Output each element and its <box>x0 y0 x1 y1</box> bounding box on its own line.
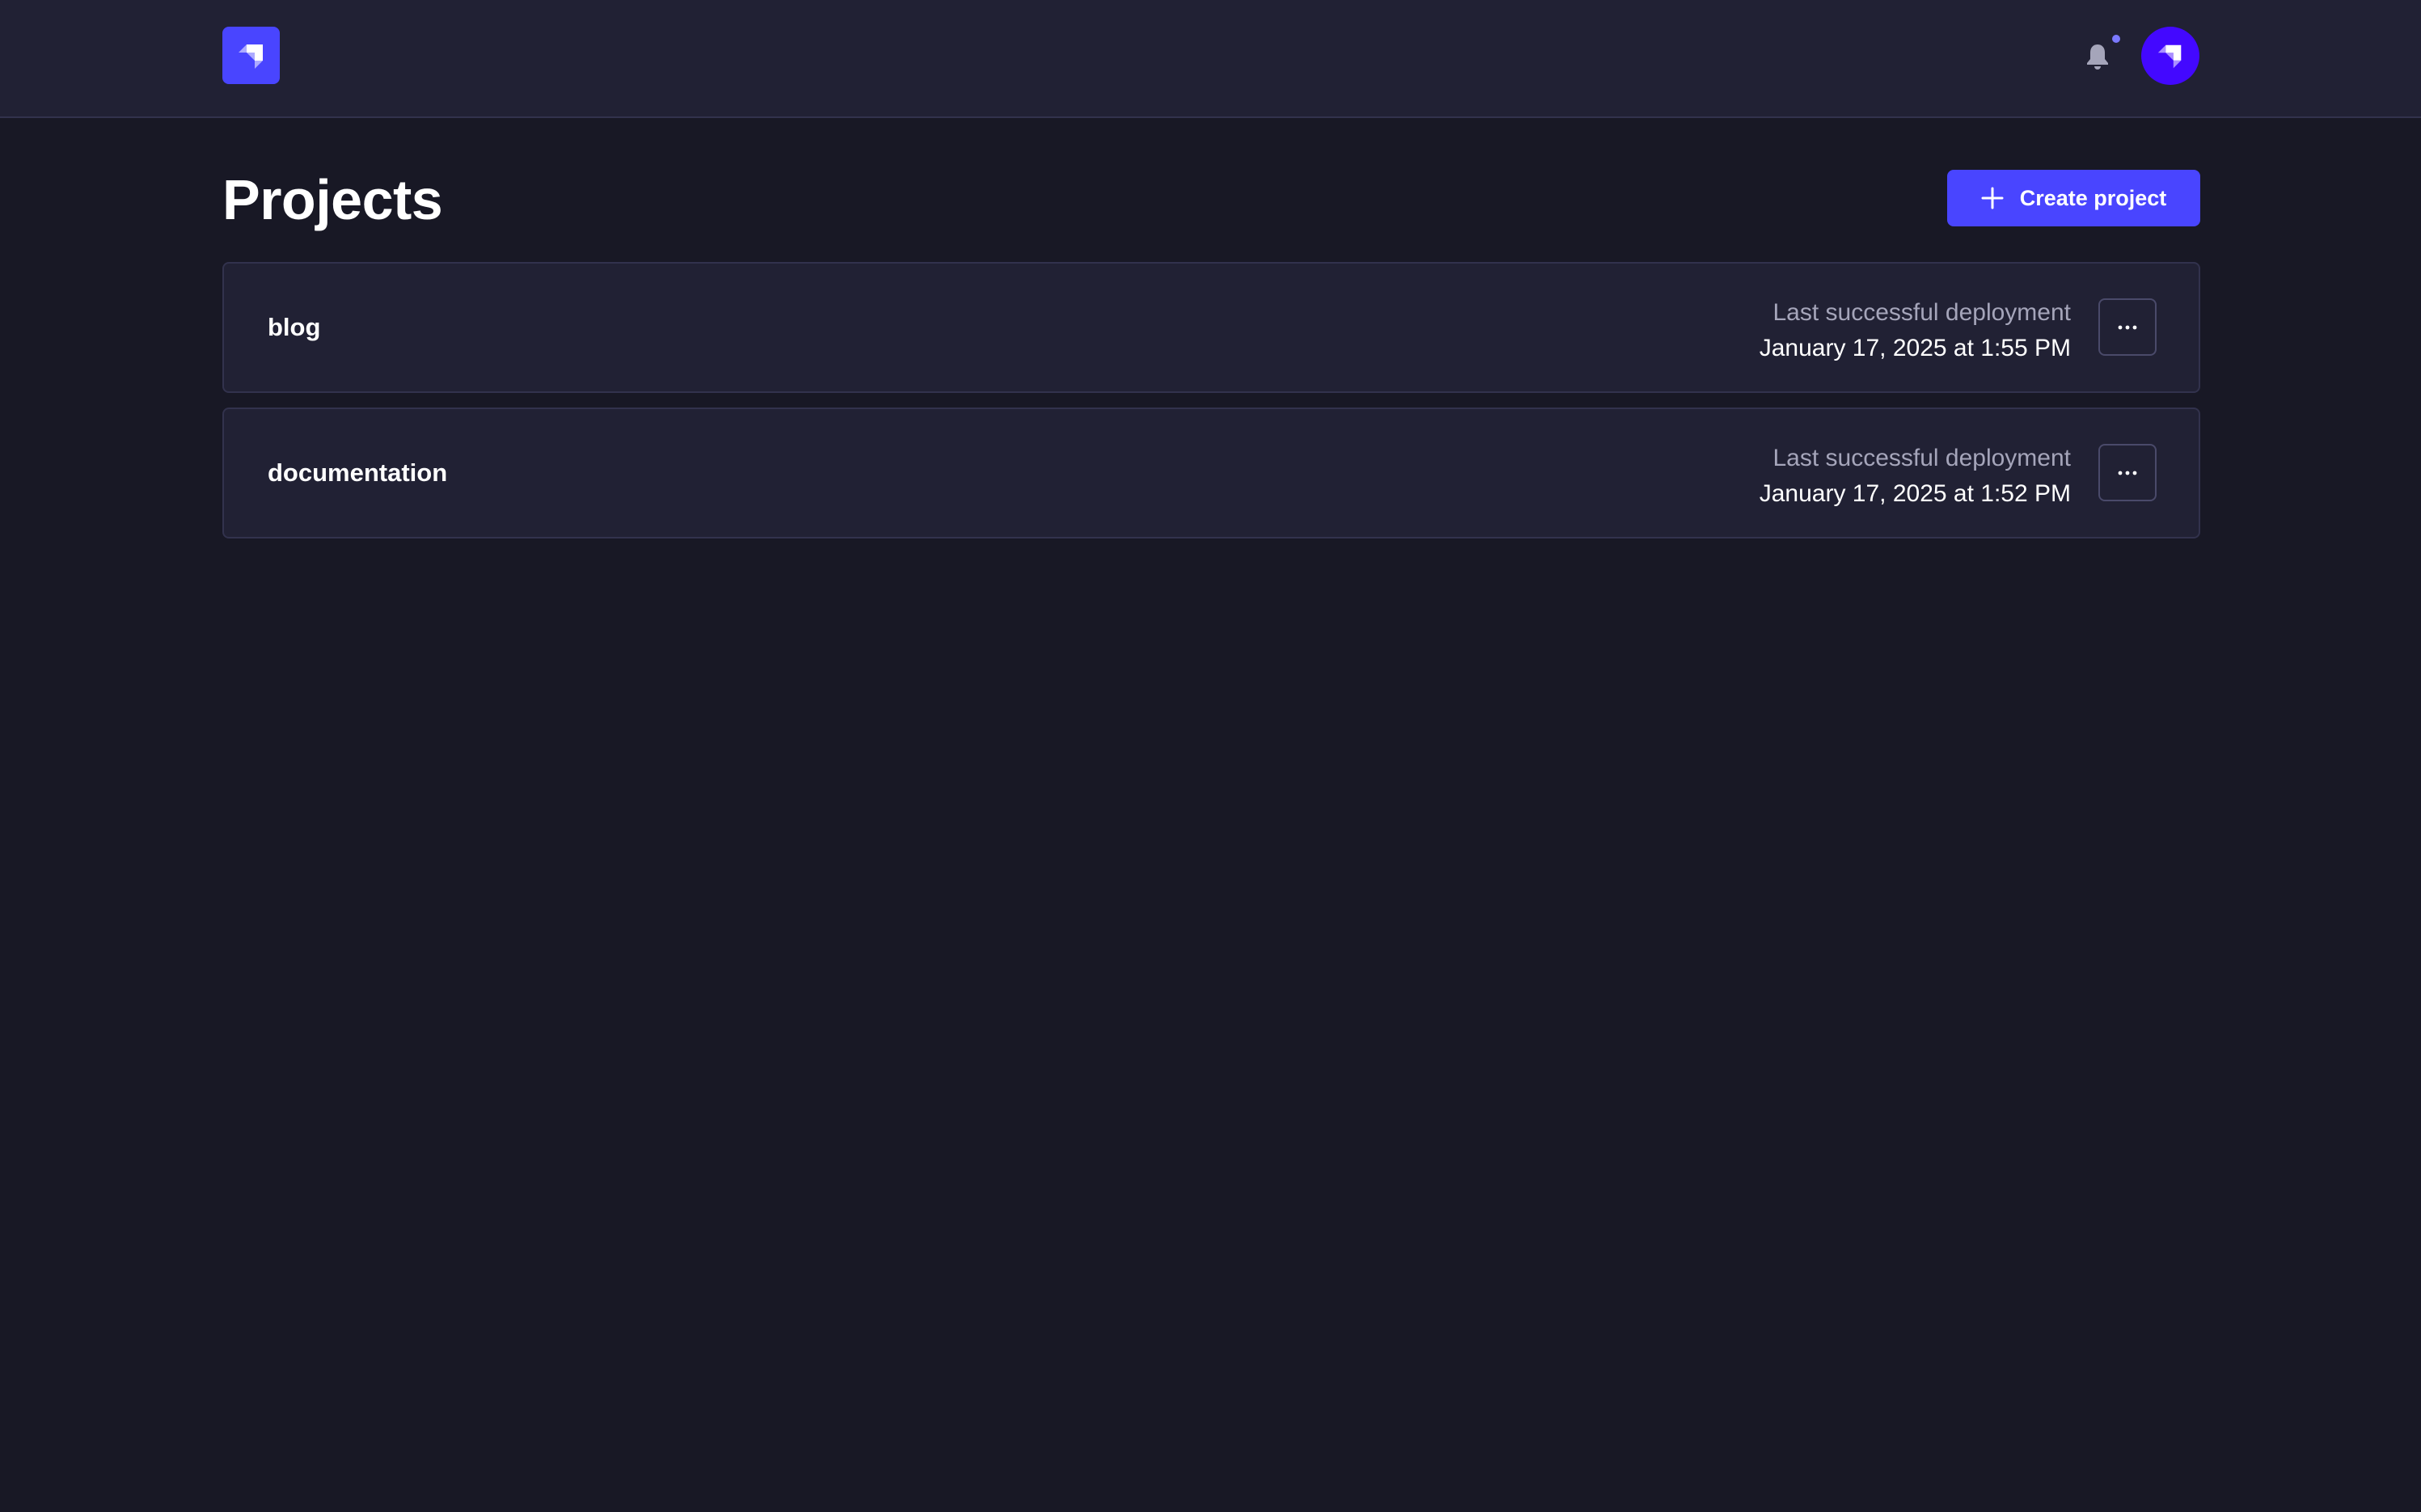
plus-icon <box>1981 187 2004 209</box>
project-card-blog[interactable]: blog Last successful deployment January … <box>222 262 2200 393</box>
notification-indicator <box>2112 35 2120 43</box>
create-project-label: Create project <box>2019 185 2167 210</box>
project-menu-button[interactable] <box>2098 444 2157 501</box>
project-name: documentation <box>268 458 448 487</box>
deployment-date: January 17, 2025 at 1:55 PM <box>1759 335 2071 361</box>
user-avatar[interactable] <box>2141 27 2199 85</box>
deployment-label: Last successful deployment <box>1772 299 2071 326</box>
create-project-button[interactable]: Create project <box>1947 170 2200 226</box>
page-title: Projects <box>222 168 443 231</box>
notifications-button[interactable] <box>2081 39 2114 74</box>
app-logo[interactable] <box>222 27 280 84</box>
project-name: blog <box>268 313 321 341</box>
strapi-logo-icon <box>238 44 263 69</box>
deployment-info: Last successful deployment January 17, 2… <box>1760 296 2071 367</box>
deployment-date: January 17, 2025 at 1:52 PM <box>1759 480 2071 507</box>
deployment-info: Last successful deployment January 17, 2… <box>1760 441 2071 513</box>
strapi-logo-icon <box>2157 44 2182 69</box>
deployment-label: Last successful deployment <box>1772 445 2071 471</box>
project-list: blog Last successful deployment January … <box>222 262 2200 553</box>
top-navigation-bar <box>0 0 2421 118</box>
ellipsis-icon <box>2118 325 2137 329</box>
project-card-documentation[interactable]: documentation Last successful deployment… <box>222 408 2200 538</box>
ellipsis-icon <box>2118 471 2137 475</box>
project-menu-button[interactable] <box>2098 298 2157 356</box>
bell-icon <box>2087 44 2108 70</box>
